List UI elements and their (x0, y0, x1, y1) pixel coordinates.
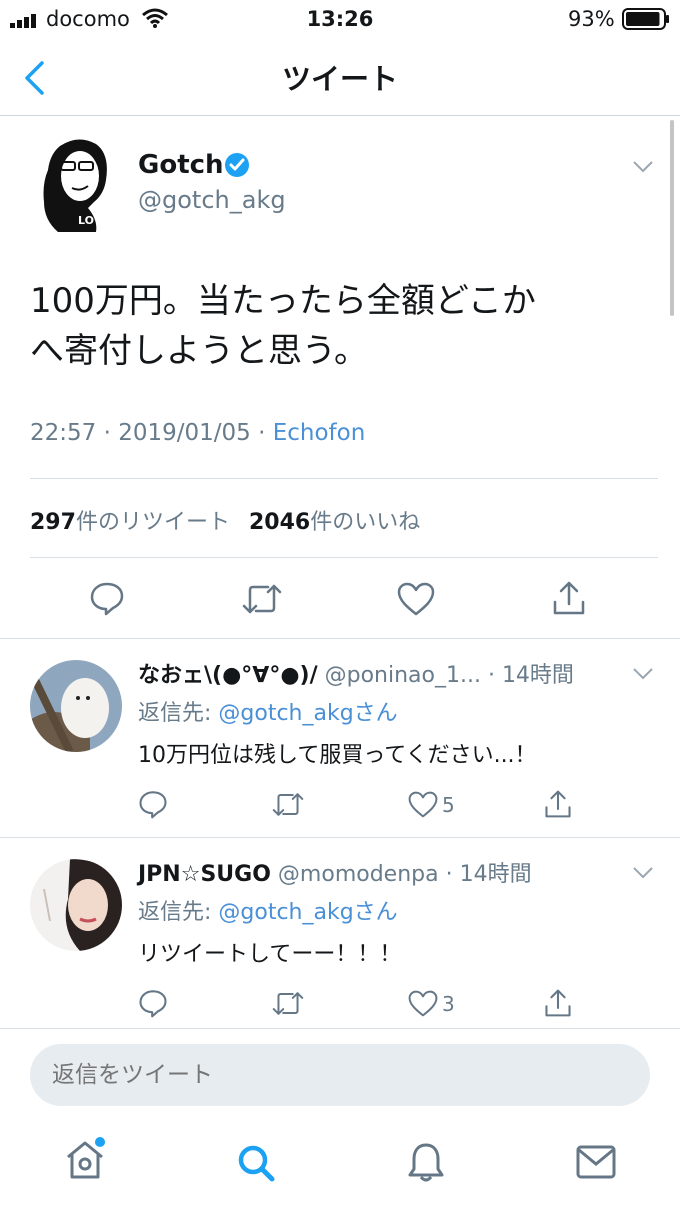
tweet-meta: 22:57 · 2019/01/05 · Echofon (30, 420, 365, 446)
share-icon (544, 988, 572, 1018)
tab-notifications[interactable] (406, 1141, 446, 1185)
scrollbar[interactable] (670, 120, 674, 316)
reply-icon (138, 789, 168, 819)
like-count: 2046 (248, 510, 311, 535)
tab-bar (0, 1121, 680, 1209)
like-stat[interactable]: 2046件のいいね (249, 510, 420, 535)
page-title: ツイート (281, 62, 398, 96)
reply-icon (89, 580, 125, 616)
reply-icon (138, 988, 168, 1018)
reply-button[interactable] (138, 789, 168, 819)
mail-icon (576, 1145, 616, 1179)
retweet-stat[interactable]: 297件のリツイート (30, 510, 230, 535)
reply-menu-button[interactable] (632, 667, 654, 681)
tab-home[interactable] (64, 1137, 106, 1181)
reply-item[interactable]: なおェ\(●°∀°●)/ @poninao_1... · 14時間 返信先: @… (0, 639, 680, 837)
reply-time: · 14時間 (445, 862, 532, 887)
like-button[interactable]: 5 (408, 791, 455, 818)
reply-context: 返信先: @gotch_akgさん (138, 894, 398, 926)
reply-input[interactable] (30, 1044, 650, 1106)
tweet-timestamp: 22:57 · 2019/01/05 · (30, 420, 273, 446)
like-button[interactable]: 3 (408, 990, 455, 1017)
like-label: 件のいいね (310, 510, 421, 535)
heart-icon (408, 791, 438, 818)
tab-search[interactable] (236, 1143, 276, 1183)
retweet-icon (272, 990, 304, 1017)
tweet-handle[interactable]: @gotch_akg (138, 186, 286, 214)
bell-icon (406, 1141, 446, 1185)
avatar[interactable]: LOV (38, 136, 120, 232)
reply-author-name[interactable]: なおェ\(●°∀°●)/ (138, 663, 318, 688)
reply-author-name[interactable]: JPN☆SUGO (138, 862, 271, 887)
tweet-text: 100万円。当たったら全額どこか へ寄付しようと思う。 (30, 276, 536, 376)
chevron-down-icon (632, 667, 654, 681)
battery-icon (622, 8, 670, 30)
reply-button[interactable] (138, 988, 168, 1018)
retweet-icon (272, 791, 304, 818)
reply-handle[interactable]: @momodenpa (278, 862, 439, 887)
reply-text: 10万円位は残して服買ってください...！ (138, 743, 537, 768)
heart-icon (408, 990, 438, 1017)
divider (30, 478, 658, 479)
reply-time: · 14時間 (487, 663, 574, 688)
retweet-icon (242, 582, 282, 616)
divider (30, 557, 658, 558)
retweet-count: 297 (30, 510, 76, 535)
tweet-text-line-2: へ寄付しようと思う。 (30, 331, 368, 371)
reply-header: JPN☆SUGO @momodenpa · 14時間 (138, 856, 532, 888)
reply-item[interactable]: JPN☆SUGO @momodenpa · 14時間 返信先: @gotch_a… (0, 838, 680, 1028)
share-icon (552, 580, 586, 616)
retweet-label: 件のリツイート (75, 510, 230, 535)
retweet-button[interactable] (272, 990, 304, 1017)
share-button[interactable] (544, 988, 572, 1018)
nav-bar: ツイート (0, 40, 680, 116)
avatar[interactable] (30, 859, 122, 951)
reply-text: リツイートしてーー！！！ (138, 942, 402, 967)
share-button[interactable] (552, 580, 586, 616)
tweet-text-line-1: 100万円。当たったら全額どこか (30, 281, 536, 321)
reply-header: なおェ\(●°∀°●)/ @poninao_1... · 14時間 (138, 657, 574, 689)
battery-percent: 93% (568, 7, 615, 31)
heart-icon (397, 582, 435, 616)
divider (0, 1028, 680, 1029)
search-icon (236, 1143, 276, 1183)
retweet-button[interactable] (242, 582, 282, 616)
tab-messages[interactable] (576, 1145, 616, 1179)
svg-text:LOV: LOV (78, 214, 103, 227)
home-icon (64, 1137, 106, 1181)
avatar[interactable] (30, 660, 122, 752)
chevron-down-icon (632, 866, 654, 880)
share-button[interactable] (544, 789, 572, 819)
reply-to-prefix: 返信先: (138, 900, 219, 925)
reply-context: 返信先: @gotch_akgさん (138, 695, 398, 727)
reply-to-link[interactable]: @gotch_akgさん (218, 701, 397, 726)
reply-to-prefix: 返信先: (138, 701, 219, 726)
chevron-down-icon (632, 160, 654, 174)
tweet-author-name[interactable]: Gotch (138, 150, 224, 180)
tweet-stats: 297件のリツイート 2046件のいいね (30, 504, 420, 536)
verified-badge-icon (224, 152, 250, 178)
reply-menu-button[interactable] (632, 866, 654, 880)
reply-button[interactable] (89, 580, 125, 616)
status-bar: docomo 13:26 93% (0, 0, 680, 40)
reply-handle[interactable]: @poninao_1... (325, 663, 481, 688)
tweet-client-link[interactable]: Echofon (273, 420, 366, 446)
like-button[interactable] (397, 582, 435, 616)
retweet-button[interactable] (272, 791, 304, 818)
like-count: 5 (442, 792, 455, 817)
like-count: 3 (442, 991, 455, 1016)
share-icon (544, 789, 572, 819)
tweet-menu-button[interactable] (632, 160, 654, 174)
reply-to-link[interactable]: @gotch_akgさん (218, 900, 397, 925)
